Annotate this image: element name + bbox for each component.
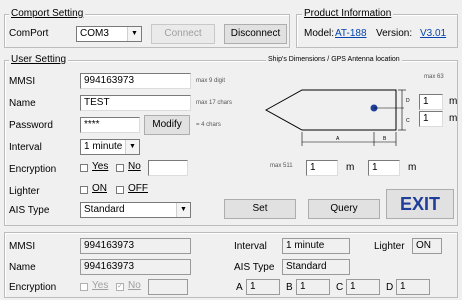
dim-label-d: D bbox=[406, 98, 410, 104]
c-unit: m bbox=[449, 113, 458, 124]
model-link[interactable]: AT-188 bbox=[335, 28, 367, 39]
status-yes-label: Yes bbox=[92, 280, 109, 291]
lighter-on-label[interactable]: ON bbox=[92, 183, 107, 194]
lighter-off-label[interactable]: OFF bbox=[128, 183, 148, 194]
disconnect-button[interactable]: Disconnect bbox=[224, 24, 287, 44]
mmsi-label: MMSI bbox=[9, 76, 36, 87]
product-legend: Product Information bbox=[302, 8, 394, 19]
mmsi-input[interactable]: 994163973 bbox=[80, 73, 191, 89]
mmsi-hint: max 9 digit bbox=[196, 78, 226, 84]
interval-label: Interval bbox=[9, 142, 42, 153]
status-no-label: No bbox=[128, 280, 141, 291]
status-lighter-value: ON bbox=[412, 238, 442, 254]
query-button[interactable]: Query bbox=[308, 199, 380, 219]
set-button[interactable]: Set bbox=[224, 199, 296, 219]
comport-select[interactable]: COM3 ▼ bbox=[76, 26, 142, 42]
status-encryption-value bbox=[148, 279, 188, 295]
d-unit: m bbox=[449, 96, 458, 107]
status-lighter-label: Lighter bbox=[374, 241, 405, 252]
chevron-down-icon[interactable]: ▼ bbox=[127, 27, 141, 41]
status-yes-checkbox bbox=[80, 283, 88, 291]
encryption-yes-checkbox[interactable] bbox=[80, 164, 88, 172]
status-encryption-label: Encryption bbox=[9, 282, 57, 293]
chevron-down-icon[interactable]: ▼ bbox=[176, 203, 190, 217]
status-d-value: 1 bbox=[396, 279, 430, 295]
dim-label-b: B bbox=[383, 136, 387, 142]
status-name-label: Name bbox=[9, 262, 36, 273]
max63-hint: max 63 bbox=[424, 74, 444, 80]
password-label: Password bbox=[9, 120, 53, 131]
status-c-label: C bbox=[336, 282, 344, 293]
chevron-down-icon[interactable]: ▼ bbox=[125, 140, 139, 154]
a-input[interactable]: 1 bbox=[306, 160, 338, 176]
name-hint: max 17 chars bbox=[196, 100, 233, 106]
version-link[interactable]: V3.01 bbox=[420, 28, 446, 39]
ship-diagram: A B D C bbox=[264, 89, 410, 146]
encryption-yes-label[interactable]: Yes bbox=[92, 161, 108, 172]
encryption-no-label[interactable]: No bbox=[128, 161, 141, 172]
connect-button[interactable]: Connect bbox=[151, 24, 215, 44]
dim-label-c: C bbox=[406, 118, 410, 124]
model-label: Model: bbox=[304, 28, 335, 39]
password-input[interactable]: **** bbox=[80, 117, 140, 133]
dim-label-a: A bbox=[336, 136, 340, 142]
interval-select[interactable]: 1 minute ▼ bbox=[80, 139, 140, 155]
status-name-value: 994163973 bbox=[80, 259, 191, 275]
ais-type-label: AIS Type bbox=[9, 205, 50, 216]
ais-type-select[interactable]: Standard ▼ bbox=[80, 202, 191, 218]
b-unit: m bbox=[408, 162, 417, 173]
lighter-label: Lighter bbox=[9, 186, 40, 197]
max511-hint: max 511 bbox=[270, 163, 293, 169]
lighter-on-checkbox[interactable] bbox=[80, 186, 88, 194]
status-a-label: A bbox=[236, 282, 243, 293]
name-input[interactable]: TEST bbox=[80, 95, 191, 111]
interval-select-value: 1 minute bbox=[84, 141, 123, 152]
status-b-value: 1 bbox=[296, 279, 330, 295]
status-a-value: 1 bbox=[246, 279, 280, 295]
c-input[interactable]: 1 bbox=[419, 111, 443, 127]
comport-legend: Comport Setting bbox=[9, 8, 86, 19]
status-interval-value: 1 minute bbox=[282, 238, 350, 254]
exit-button[interactable]: EXIT bbox=[386, 189, 454, 219]
status-b-label: B bbox=[286, 282, 293, 293]
status-no-checkbox: ✓ bbox=[116, 283, 124, 291]
modify-button[interactable]: Modify bbox=[144, 115, 190, 135]
comport-select-value: COM3 bbox=[80, 28, 109, 39]
status-mmsi-label: MMSI bbox=[9, 241, 36, 252]
password-hint: = 4 chars bbox=[196, 122, 221, 128]
lighter-off-checkbox[interactable] bbox=[116, 186, 124, 194]
user-setting-legend: User Setting bbox=[9, 54, 69, 65]
ais-type-select-value: Standard bbox=[84, 204, 125, 215]
a-unit: m bbox=[346, 162, 355, 173]
version-label: Version: bbox=[376, 28, 413, 39]
b-input[interactable]: 1 bbox=[368, 160, 400, 176]
encryption-no-checkbox[interactable] bbox=[116, 164, 124, 172]
status-mmsi-value: 994163973 bbox=[80, 238, 191, 254]
encryption-label: Encryption bbox=[9, 164, 57, 175]
ship-dimensions-legend: Ship's Dimensions / GPS Antenna location bbox=[266, 56, 402, 63]
status-c-value: 1 bbox=[346, 279, 380, 295]
status-ais-type-value: Standard bbox=[282, 259, 350, 275]
status-interval-label: Interval bbox=[234, 241, 267, 252]
status-d-label: D bbox=[386, 282, 394, 293]
d-input[interactable]: 1 bbox=[419, 94, 443, 110]
status-ais-type-label: AIS Type bbox=[234, 262, 275, 273]
encryption-key-input[interactable] bbox=[148, 160, 188, 176]
comport-label: ComPort bbox=[9, 28, 49, 39]
name-label: Name bbox=[9, 98, 36, 109]
